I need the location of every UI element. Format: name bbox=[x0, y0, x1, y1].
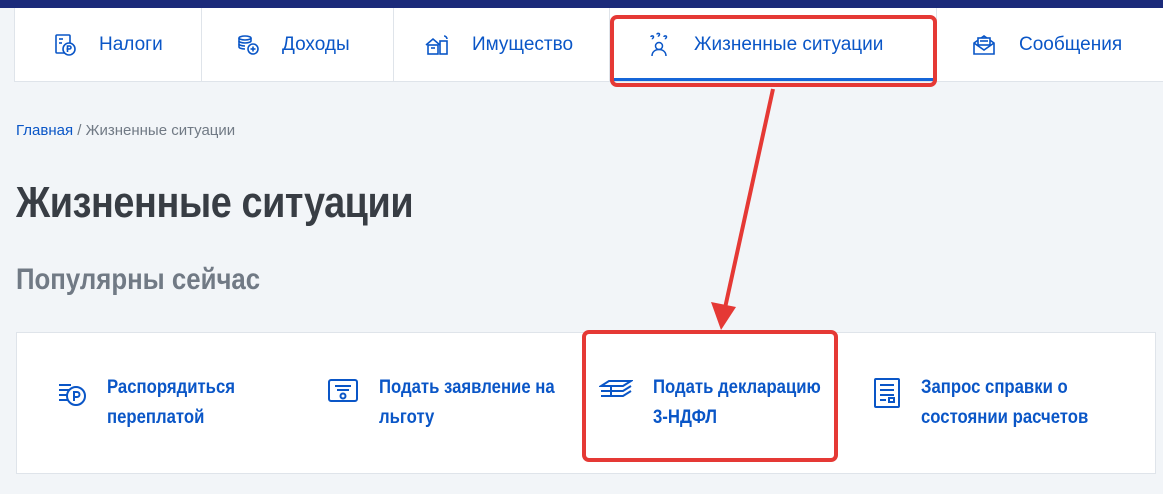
annotation-arrow bbox=[711, 88, 775, 330]
